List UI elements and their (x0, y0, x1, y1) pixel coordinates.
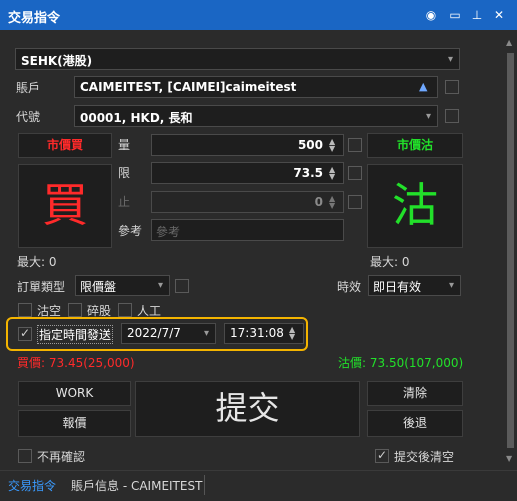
stop-label: 止 (118, 195, 131, 209)
max-sell: 最大: 0 (370, 255, 410, 269)
validity-select[interactable]: 即日有效 ▾ (368, 275, 461, 296)
qty-value: 500 (297, 138, 323, 152)
limit-checkbox[interactable] (348, 166, 362, 180)
manual-checkbox[interactable] (118, 303, 132, 317)
eye-icon[interactable]: ◉ (423, 7, 439, 23)
window-title: 交易指令 (8, 11, 61, 26)
order-form: SEHK(港股) ▾ 賬戶 CAIMEITEST, [CAIMEI]caimei… (8, 38, 502, 464)
account-select[interactable]: CAIMEITEST, [CAIMEI]caimeitest ▲ (74, 76, 438, 98)
ref-input[interactable]: 參考 (151, 219, 344, 241)
order-type-select[interactable]: 限價盤 ▾ (75, 275, 170, 296)
account-value: CAIMEITEST, [CAIMEI]caimeitest (80, 80, 297, 94)
no-confirm-checkbox[interactable] (18, 449, 32, 463)
stop-input[interactable]: 0 ▲ ▼ (151, 191, 344, 213)
ref-label: 參考 (118, 224, 143, 238)
qty-checkbox[interactable] (348, 138, 362, 152)
trade-order-window: 交易指令 ◉ ▭ ⊥ ✕ SEHK(港股) ▾ 賬戶 CAIMEITEST, [… (0, 0, 517, 501)
order-type-checkbox[interactable] (175, 279, 189, 293)
tab-divider (204, 475, 205, 495)
limit-value: 73.5 (293, 166, 323, 180)
stop-value: 0 (314, 195, 323, 209)
clear-after-submit-checkbox[interactable] (375, 448, 389, 463)
limit-label: 限 (118, 166, 131, 180)
max-buy: 最大: 0 (17, 255, 57, 269)
order-type-value: 限價盤 (80, 280, 117, 294)
ref-placeholder: 參考 (156, 225, 181, 239)
chevron-down-icon: ▾ (448, 280, 454, 291)
code-value: 00001, HKD, 長和 (80, 111, 193, 125)
tab-trade-order[interactable]: 交易指令 (8, 477, 56, 494)
buy-button[interactable]: 買 (18, 164, 112, 248)
quote-button[interactable]: 報價 (18, 410, 131, 437)
market-select[interactable]: SEHK(港股) ▾ (15, 48, 460, 70)
validity-value: 即日有效 (373, 280, 422, 294)
bottom-tab-bar: 交易指令 賬戶信息 - CAIMEITEST (0, 470, 517, 501)
qty-label: 量 (118, 138, 131, 152)
account-checkbox[interactable] (445, 80, 459, 94)
odd-lot-checkbox[interactable] (68, 303, 82, 317)
restore-icon[interactable]: ▭ (447, 7, 463, 23)
close-icon[interactable]: ✕ (491, 7, 507, 23)
back-button[interactable]: 後退 (367, 410, 463, 437)
qty-input[interactable]: 500 ▲ ▼ (151, 134, 344, 156)
pin-icon[interactable]: ⊥ (469, 7, 485, 23)
tab-account-info[interactable]: 賬戶信息 - CAIMEITEST (71, 477, 202, 494)
validity-label: 時效 (337, 280, 362, 294)
scroll-up-icon[interactable]: ▲ (506, 38, 512, 47)
sell-button[interactable]: 沽 (367, 164, 463, 248)
market-buy-button[interactable]: 市價買 (18, 133, 112, 158)
chevron-down-icon: ▾ (447, 54, 453, 65)
market-value: SEHK(港股) (21, 54, 93, 68)
ask-price: 沽價: 73.50(107,000) (338, 356, 464, 370)
spin-icon[interactable]: ▲ ▼ (329, 195, 338, 210)
vertical-scrollbar[interactable]: ▲ ▼ (504, 38, 517, 463)
timed-send-highlight (6, 317, 308, 351)
user-icon[interactable]: ▲ (419, 80, 431, 94)
chevron-down-icon: ▾ (425, 111, 431, 122)
limit-input[interactable]: 73.5 ▲ ▼ (151, 162, 344, 184)
account-label: 賬戶 (16, 81, 41, 95)
scroll-down-icon[interactable]: ▼ (506, 454, 512, 463)
no-confirm-label: 不再確認 (37, 450, 86, 464)
order-type-label: 訂單類型 (17, 280, 66, 294)
stop-checkbox[interactable] (348, 195, 362, 209)
code-label: 代號 (16, 110, 41, 124)
clear-after-submit-label: 提交後清空 (394, 450, 455, 464)
code-select[interactable]: 00001, HKD, 長和 ▾ (74, 105, 438, 127)
spin-icon[interactable]: ▲ ▼ (329, 166, 338, 181)
scroll-thumb[interactable] (507, 53, 514, 448)
work-button[interactable]: WORK (18, 381, 131, 406)
submit-button[interactable]: 提交 (135, 381, 360, 437)
chevron-down-icon: ▾ (157, 280, 163, 291)
title-bar: 交易指令 ◉ ▭ ⊥ ✕ (0, 0, 517, 30)
spin-icon[interactable]: ▲ ▼ (329, 138, 338, 153)
code-checkbox[interactable] (445, 109, 459, 123)
clear-button[interactable]: 清除 (367, 381, 463, 406)
bid-price: 買價: 73.45(25,000) (17, 356, 135, 370)
short-checkbox[interactable] (18, 303, 32, 317)
market-sell-button[interactable]: 市價沽 (367, 133, 463, 158)
